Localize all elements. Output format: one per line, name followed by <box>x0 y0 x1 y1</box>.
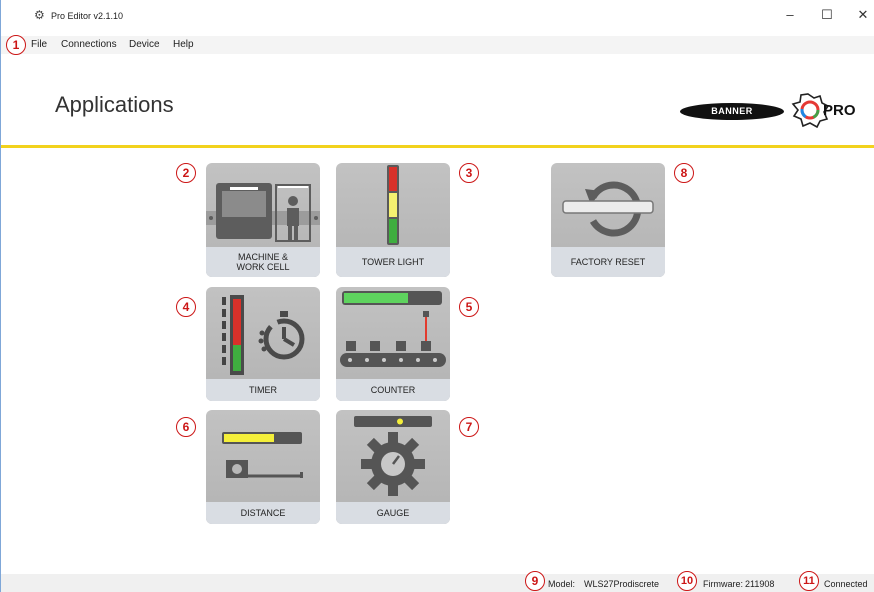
header-divider <box>1 145 874 148</box>
callout-marker: 10 <box>677 571 697 591</box>
close-button[interactable]: ✕ <box>848 7 874 27</box>
callout-marker: 9 <box>525 571 545 591</box>
machine-work-cell-icon <box>206 183 320 242</box>
callout-marker: 1 <box>6 35 26 55</box>
callout-marker: 11 <box>799 571 819 591</box>
tile-distance[interactable]: DISTANCE <box>206 410 320 524</box>
tile-label: DISTANCE <box>206 502 320 524</box>
callout-marker: 5 <box>459 297 479 317</box>
callout-marker: 3 <box>459 163 479 183</box>
gear-icon: ⚙ <box>34 8 45 22</box>
model-label: Model: <box>548 579 576 589</box>
timer-icon <box>222 295 305 375</box>
tile-label: GAUGE <box>336 502 450 524</box>
tile-label: TIMER <box>206 379 320 401</box>
firmware-label: Firmware: <box>703 579 743 589</box>
status-bar: Model: WLS27Prodiscrete Firmware: 211908… <box>1 574 874 592</box>
callout-marker: 2 <box>176 163 196 183</box>
menu-file[interactable]: File <box>31 39 47 50</box>
pro-logo-text: PRO <box>823 102 856 119</box>
tile-machine-work-cell[interactable]: MACHINE & WORK CELL <box>206 163 320 277</box>
connection-status: Connected <box>824 579 868 589</box>
tile-timer[interactable]: TIMER <box>206 287 320 401</box>
tile-label: FACTORY RESET <box>551 247 665 277</box>
tower-light-icon <box>387 165 399 245</box>
model-value: WLS27Prodiscrete <box>584 579 660 589</box>
tile-gauge[interactable]: GAUGE <box>336 410 450 524</box>
counter-icon <box>340 291 446 367</box>
tile-label: MACHINE & WORK CELL <box>206 247 320 277</box>
app-window: ⚙ Pro Editor v2.1.10 – ☐ ✕ File Connecti… <box>0 0 874 592</box>
callout-marker: 8 <box>674 163 694 183</box>
banner-logo: BANNER <box>680 103 784 120</box>
menu-bar: File Connections Device Help <box>1 36 874 54</box>
tile-label: TOWER LIGHT <box>336 247 450 277</box>
callout-marker: 4 <box>176 297 196 317</box>
minimize-button[interactable]: – <box>775 7 805 27</box>
tile-label: COUNTER <box>336 379 450 401</box>
gauge-icon <box>354 416 432 496</box>
callout-marker: 7 <box>459 417 479 437</box>
tile-tower-light[interactable]: TOWER LIGHT <box>336 163 450 277</box>
firmware-value: 211908 <box>745 579 775 589</box>
tile-counter[interactable]: COUNTER <box>336 287 450 401</box>
menu-connections[interactable]: Connections <box>61 39 117 50</box>
title-bar[interactable]: ⚙ Pro Editor v2.1.10 – ☐ ✕ <box>1 0 874 36</box>
tile-factory-reset[interactable]: FACTORY RESET <box>551 163 665 277</box>
menu-help[interactable]: Help <box>173 39 194 50</box>
factory-reset-icon <box>562 181 654 237</box>
distance-icon <box>222 432 303 478</box>
window-border <box>0 0 1 592</box>
window-title: Pro Editor v2.1.10 <box>51 11 124 21</box>
maximize-button[interactable]: ☐ <box>812 7 842 27</box>
menu-device[interactable]: Device <box>129 39 160 50</box>
page-title: Applications <box>55 92 174 117</box>
callout-marker: 6 <box>176 417 196 437</box>
